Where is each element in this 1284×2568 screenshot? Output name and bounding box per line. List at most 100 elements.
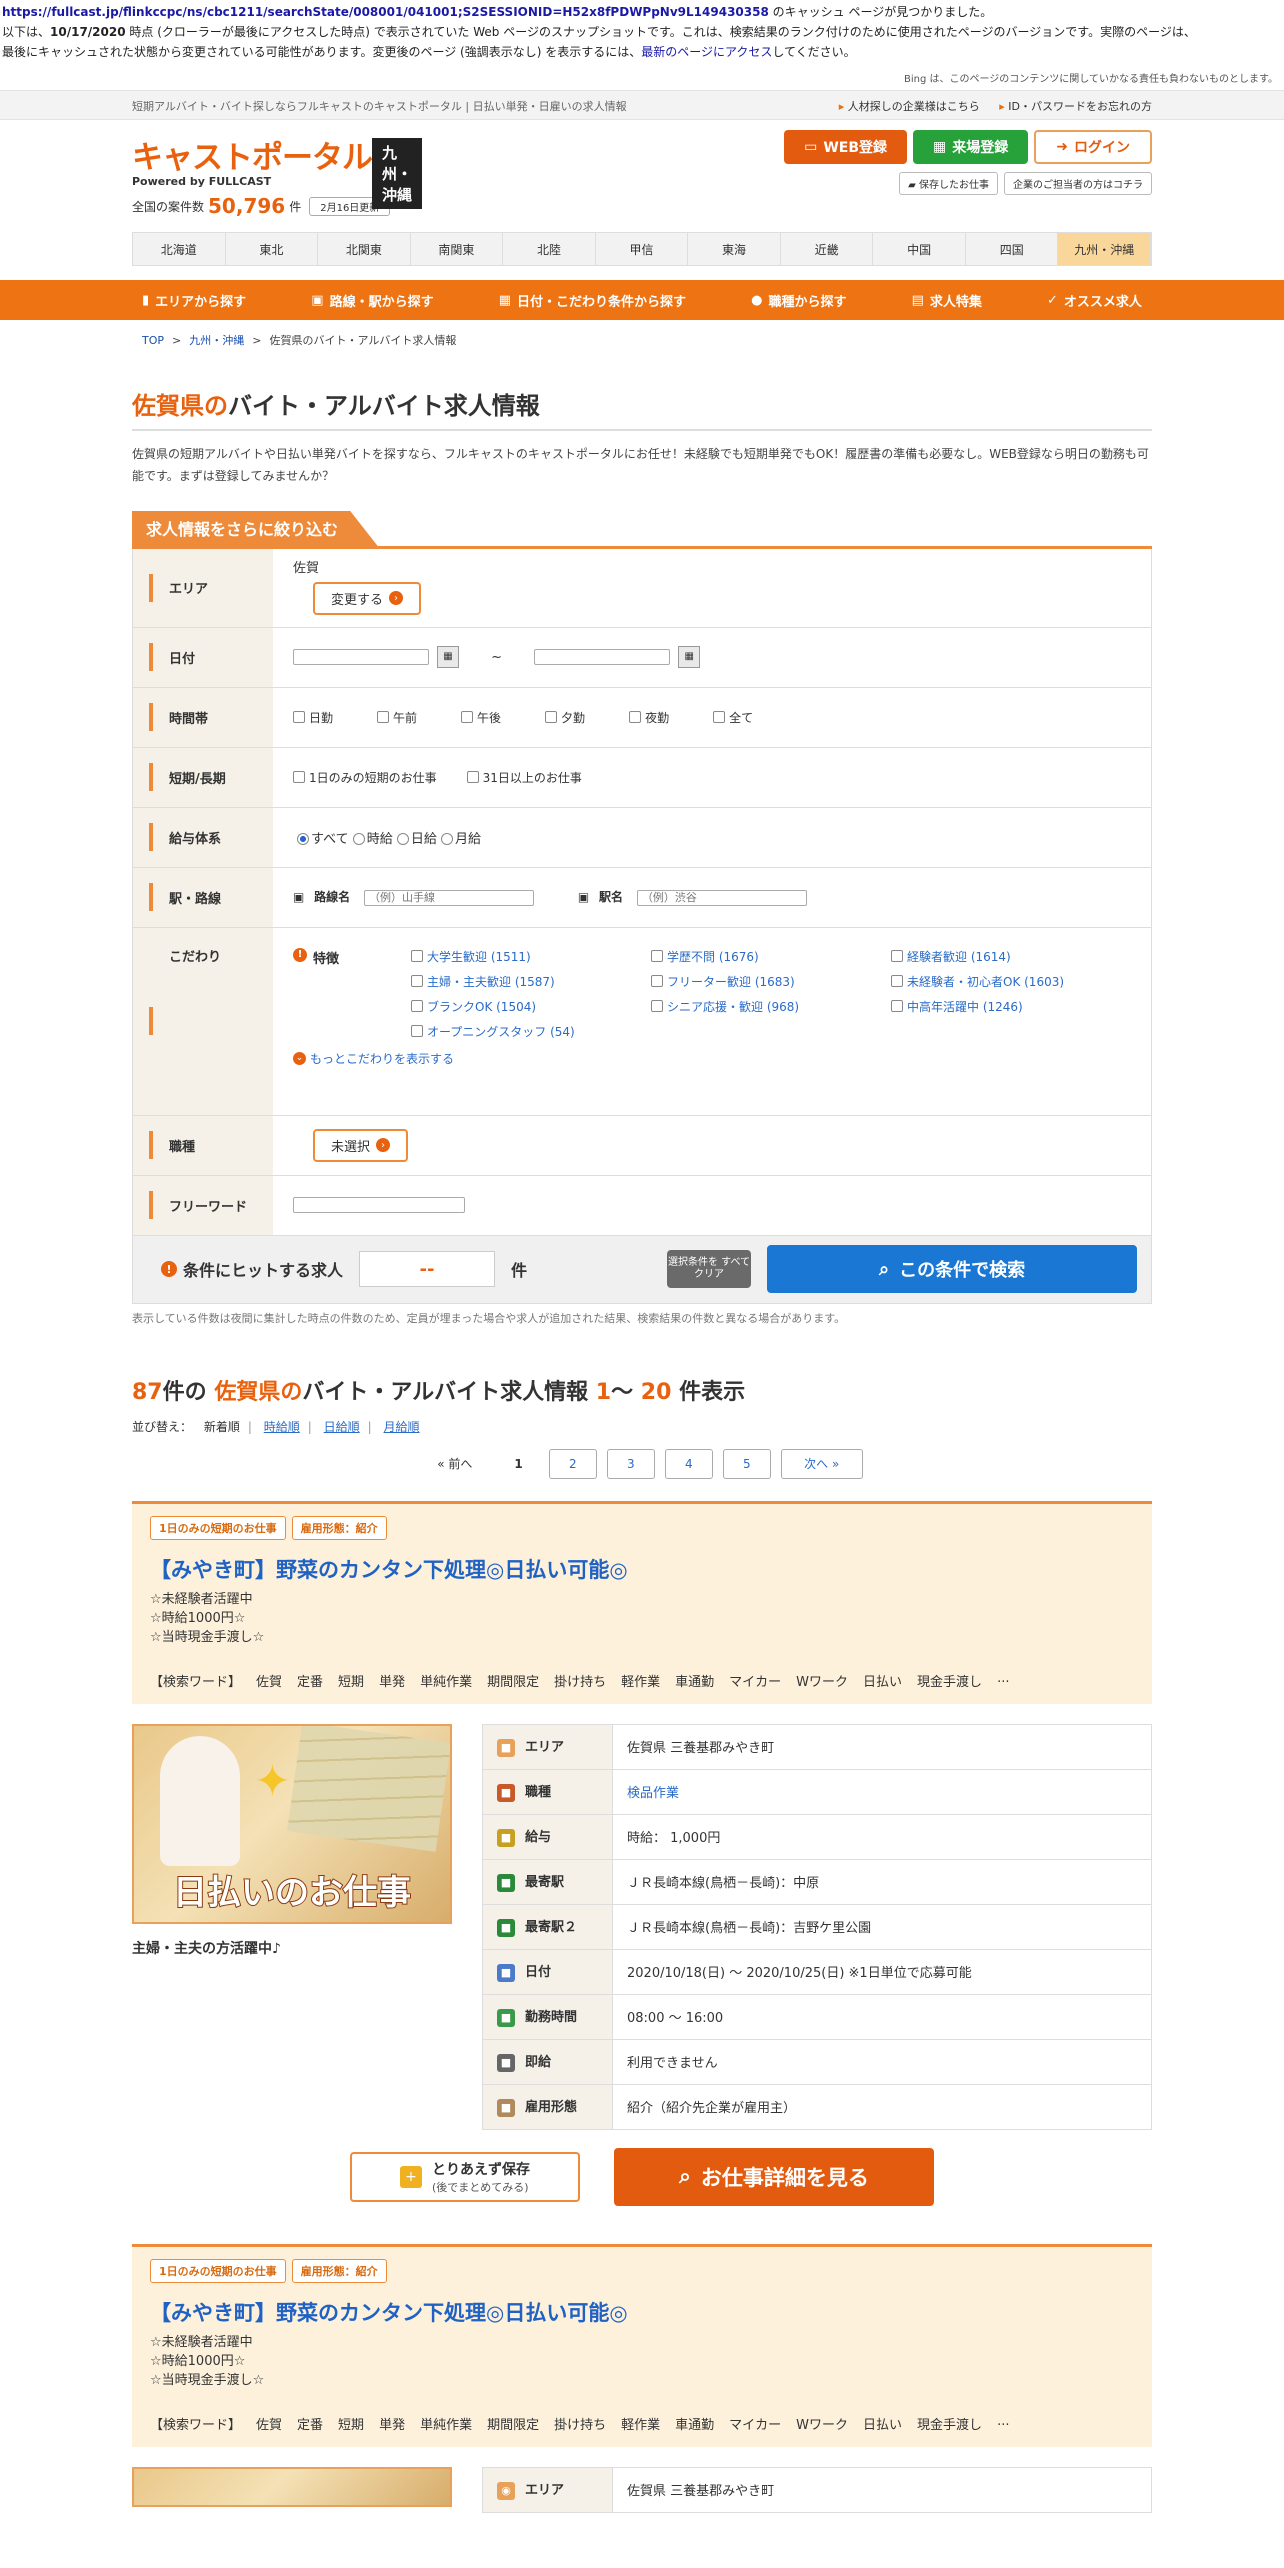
more-kodawari-link[interactable]: ⌄ もっとこだわりを表示する: [293, 1050, 1131, 1067]
region-tab-kyushu[interactable]: 九州・沖縄: [1058, 233, 1152, 265]
nav-station-label: 路線・駅から探す: [329, 294, 434, 310]
region-tab-tohoku[interactable]: 東北: [225, 233, 319, 265]
region-tab-kitakanto[interactable]: 北関東: [318, 233, 411, 265]
feature-checkbox[interactable]: 中高年活躍中 (1246): [891, 998, 1131, 1015]
filter-value-station: ▣ 路線名 ▣ 駅名: [273, 867, 1152, 928]
filter-label-pay: 給与体系: [132, 807, 273, 868]
date-from-input[interactable]: [293, 649, 429, 665]
job-info-key: ■ 勤務時間: [482, 1994, 613, 2040]
job-title-link[interactable]: 【みやき町】野菜のカンタン下処理◎日払い可能◎: [150, 1554, 1134, 1584]
feature-checkbox[interactable]: シニア応援・歓迎 (968): [651, 998, 891, 1015]
term-oneday-checkbox[interactable]: 1日のみの短期のお仕事: [293, 769, 437, 786]
job-info-value: 検品作業: [612, 1769, 1152, 1815]
nav-job[interactable]: ● 職種から探す: [751, 291, 846, 310]
saved-jobs-button[interactable]: ▰ 保存したお仕事: [899, 172, 998, 195]
region-tab-kinki[interactable]: 近畿: [780, 233, 874, 265]
date-to-input[interactable]: [534, 649, 671, 665]
feature-checkbox[interactable]: 主婦・主夫歓迎 (1587): [411, 973, 651, 990]
pager-page-5[interactable]: 5: [722, 1448, 771, 1479]
nav-date[interactable]: ▦ 日付・こだわり条件から探す: [499, 291, 686, 310]
sort-monthly-link[interactable]: 月給順: [384, 1420, 420, 1434]
job-title-link[interactable]: 【みやき町】野菜のカンタン下処理◎日払い可能◎: [150, 2297, 1134, 2327]
time-all-checkbox[interactable]: 全て: [713, 709, 753, 726]
job-info-row: ■ 給与 時給： 1,000円: [482, 1814, 1152, 1860]
results-count: 87: [132, 1379, 163, 1405]
pager-page-3[interactable]: 3: [606, 1448, 655, 1479]
nav-area[interactable]: ▮ エリアから探す: [142, 291, 246, 310]
job-image[interactable]: [132, 2466, 452, 2507]
clear-all-button[interactable]: 選択条件を すべてクリア: [667, 1250, 752, 1288]
latest-page-link[interactable]: 最新のページにアクセス: [641, 45, 772, 59]
pager-prev[interactable]: « 前へ: [421, 1449, 488, 1479]
feature-checkbox[interactable]: 未経験者・初心者OK (1603): [891, 973, 1131, 990]
job-info-value: 紹介（紹介先企業が雇用主）: [612, 2084, 1152, 2130]
save-job-button[interactable]: + とりあえず保存 (後でまとめてみる): [350, 2151, 580, 2202]
breadcrumb: TOP > 九州・沖縄 > 佐賀県のバイト・アルバイト求人情報: [132, 320, 1152, 360]
visit-register-button[interactable]: ▦ 来場登録: [913, 130, 1029, 164]
station-input[interactable]: [636, 889, 807, 906]
feature-checkbox[interactable]: オープニングスタッフ (54): [411, 1023, 651, 1040]
search-button[interactable]: ⌕ この条件で検索: [767, 1245, 1138, 1293]
hit-unit: 件: [511, 1261, 528, 1280]
chevron-right-icon: ›: [389, 591, 404, 606]
time-day-checkbox[interactable]: 日勤: [293, 709, 333, 726]
job-image[interactable]: ✦ 日払いのお仕事: [132, 1723, 452, 1924]
feature-checkbox[interactable]: 学歴不問 (1676): [651, 948, 891, 965]
time-afternoon-checkbox[interactable]: 午後: [461, 709, 501, 726]
corporate-link[interactable]: 人材探しの企業様はこちら: [839, 100, 980, 113]
job-select-button[interactable]: 未選択 ›: [313, 1128, 409, 1162]
nav-recommend[interactable]: ✓ オススメ求人: [1047, 291, 1142, 310]
pager-next[interactable]: 次へ »: [780, 1448, 863, 1479]
feature-checkbox[interactable]: フリーター歓迎 (1683): [651, 973, 891, 990]
login-button[interactable]: ➜ ログイン: [1034, 130, 1152, 164]
area-change-button[interactable]: 変更する ›: [313, 581, 422, 615]
feature-checkbox[interactable]: 経験者歓迎 (1614): [891, 948, 1131, 965]
feature-checkbox[interactable]: ブランクOK (1504): [411, 998, 651, 1015]
job-keywords: 【検索ワード】 佐賀 定番 短期 単発 単純作業 期間限定 掛け持ち 軽作業 車通勤 マイカー Wワー…: [150, 1670, 1010, 1690]
region-tab-tokai[interactable]: 東海: [688, 233, 781, 265]
nav-station[interactable]: ▣ 路線・駅から探す: [311, 291, 433, 310]
corporate-button[interactable]: 企業のご担当者の方はコチラ: [1004, 172, 1152, 195]
pay-hourly-radio[interactable]: 時給: [352, 832, 393, 847]
pay-monthly-radio[interactable]: 月給: [441, 832, 481, 847]
job-tag-term: 1日のみの短期のお仕事: [150, 1515, 286, 1540]
forgot-password-link[interactable]: ID・パスワードをお忘れの方: [999, 100, 1152, 113]
pager-page-2[interactable]: 2: [548, 1448, 597, 1479]
feature-checkbox[interactable]: 大学生歓迎 (1511): [411, 948, 651, 965]
job-info-key: ■ 給与: [482, 1814, 613, 1860]
breadcrumb-top[interactable]: TOP: [142, 334, 164, 347]
job-detail-button[interactable]: ⌕ お仕事詳細を見る: [614, 2147, 934, 2206]
filter-table: エリア 佐賀 変更する › 日付 ▦ ~ ▦ 時間帯 日勤 午前 午後 夕勤 夜…: [132, 549, 1152, 1236]
nav-feature[interactable]: ▤ 求人特集: [912, 291, 982, 310]
calendar-from-icon[interactable]: ▦: [437, 646, 459, 668]
pay-all-radio[interactable]: すべて: [297, 832, 349, 847]
calendar-to-icon[interactable]: ▦: [678, 646, 701, 668]
web-register-button[interactable]: ▭ WEB登録: [784, 130, 908, 164]
pay-daily-radio[interactable]: 日給: [396, 832, 437, 847]
freeword-input[interactable]: [293, 1197, 465, 1213]
cache-url-link[interactable]: https://fullcast.jp/flinkccpc/ns/cbc1211…: [2, 5, 769, 19]
info-icon: !: [161, 1261, 177, 1277]
sort-hourly-link[interactable]: 時給順: [264, 1420, 300, 1434]
job-info-row: ■ 雇用形態 紹介（紹介先企業が雇用主）: [482, 2084, 1152, 2130]
region-tab-hokuriku[interactable]: 北陸: [503, 233, 596, 265]
job-type-link[interactable]: 検品作業: [627, 1786, 679, 1801]
term-long-checkbox[interactable]: 31日以上のお仕事: [466, 769, 582, 786]
region-tabs: 北海道 東北 北関東 南関東 北陸 甲信 東海 近畿 中国 四国 九州・沖縄: [132, 232, 1152, 266]
time-morning-checkbox[interactable]: 午前: [377, 709, 417, 726]
pager-page-4[interactable]: 4: [664, 1448, 713, 1479]
breadcrumb-region[interactable]: 九州・沖縄: [189, 334, 244, 347]
time-night-checkbox[interactable]: 夜勤: [629, 709, 669, 726]
site-tagline: 短期アルバイト・バイト探しならフルキャストのキャストポータル | 日払い単発・日…: [132, 100, 627, 113]
line-label: 路線名: [314, 890, 351, 905]
line-input[interactable]: [364, 889, 535, 906]
cache-text-4: してください。: [772, 45, 856, 59]
region-tab-hokkaido[interactable]: 北海道: [133, 233, 226, 265]
region-tab-shikoku[interactable]: 四国: [965, 233, 1059, 265]
region-tab-minamikanto[interactable]: 南関東: [410, 233, 504, 265]
region-tab-koshin[interactable]: 甲信: [595, 233, 689, 265]
time-evening-checkbox[interactable]: 夕勤: [545, 709, 585, 726]
site-logo[interactable]: キャストポータル 九州・沖縄 Powered by FULLCAST 全国の案件…: [132, 132, 422, 218]
region-tab-chugoku[interactable]: 中国: [873, 233, 966, 265]
sort-daily-link[interactable]: 日給順: [324, 1420, 360, 1434]
